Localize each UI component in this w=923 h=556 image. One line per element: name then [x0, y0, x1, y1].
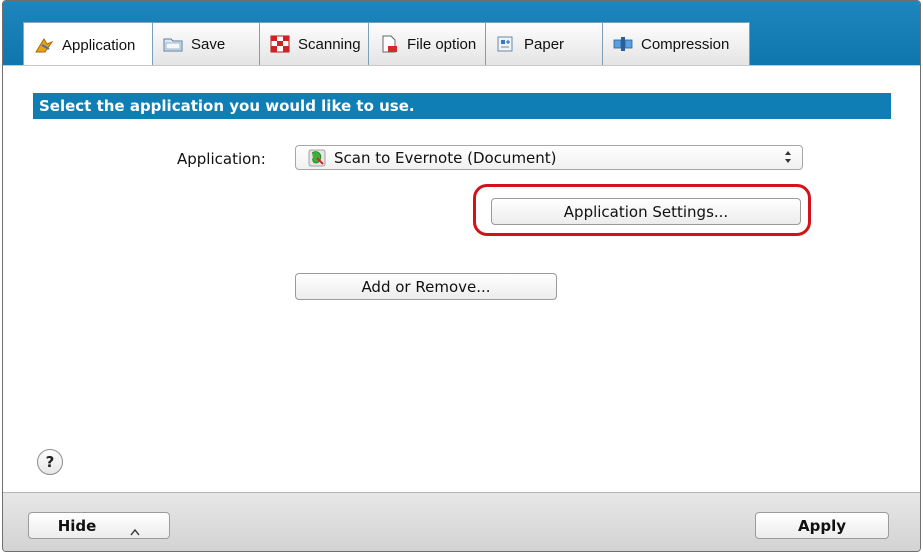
- tab-label: Application: [62, 36, 136, 54]
- evernote-icon: [308, 149, 326, 167]
- hide-button[interactable]: Hide: [28, 512, 170, 539]
- application-icon: [34, 36, 54, 54]
- help-button[interactable]: ?: [37, 449, 63, 475]
- footer-bar: Hide Apply: [3, 492, 920, 551]
- tab-list: Application Save Scanning File option Pa…: [23, 22, 750, 67]
- file-option-icon: [379, 35, 399, 53]
- scan-settings-window: Application Save Scanning File option Pa…: [2, 0, 921, 552]
- tab-application[interactable]: Application: [23, 22, 153, 67]
- application-select-value: Scan to Evernote (Document): [334, 148, 557, 167]
- apply-button[interactable]: Apply: [755, 512, 889, 539]
- section-header: Select the application you would like to…: [33, 93, 891, 119]
- application-panel: Select the application you would like to…: [3, 65, 920, 492]
- updown-arrows-icon: [784, 149, 792, 165]
- add-or-remove-button[interactable]: Add or Remove...: [295, 273, 557, 300]
- hide-button-label: Hide: [57, 516, 97, 535]
- tab-label: Compression: [641, 35, 730, 53]
- tab-save[interactable]: Save: [152, 22, 260, 65]
- tab-label: Scanning: [298, 35, 361, 53]
- tab-paper[interactable]: Paper: [485, 22, 603, 65]
- tab-scanning[interactable]: Scanning: [259, 22, 369, 65]
- caret-up-icon: [130, 522, 140, 535]
- tab-label: File option: [407, 35, 477, 53]
- tab-bar: Application Save Scanning File option Pa…: [3, 1, 920, 67]
- application-settings-button[interactable]: Application Settings...: [491, 198, 801, 225]
- help-icon: ?: [45, 453, 55, 471]
- folder-icon: [163, 35, 183, 53]
- tab-label: Save: [191, 35, 226, 53]
- tab-file-option[interactable]: File option: [368, 22, 486, 65]
- compression-icon: [613, 35, 633, 53]
- application-select[interactable]: Scan to Evernote (Document): [295, 145, 803, 170]
- tab-compression[interactable]: Compression: [602, 22, 750, 65]
- scanning-icon: [270, 35, 290, 53]
- tab-label: Paper: [524, 35, 565, 53]
- paper-icon: [496, 35, 516, 53]
- application-label: Application:: [177, 150, 266, 168]
